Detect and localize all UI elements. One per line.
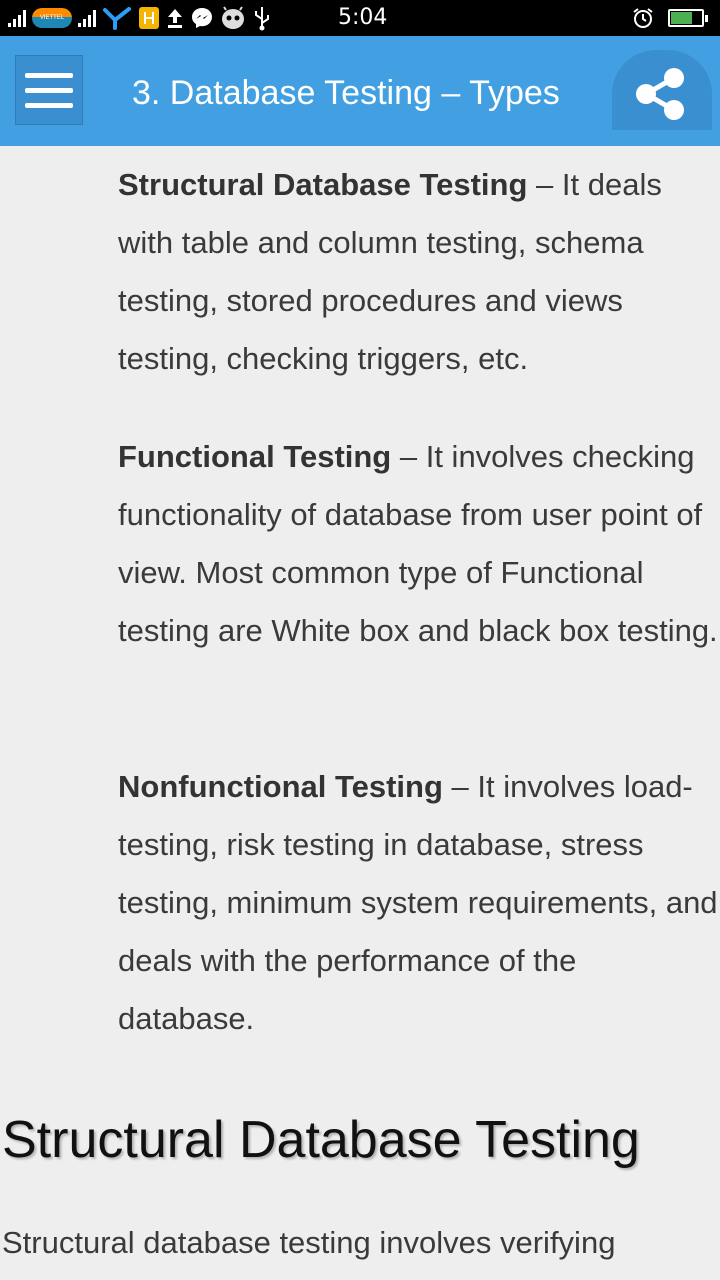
section-body: Structural database testing involves ver… bbox=[2, 1225, 616, 1260]
term-label: Functional Testing bbox=[118, 439, 392, 474]
battery-level bbox=[671, 12, 692, 24]
hamburger-line bbox=[25, 87, 73, 93]
app-bar: 3. Database Testing – Types bbox=[0, 36, 720, 146]
status-bar: VIETTEL 5:04 bbox=[0, 0, 720, 36]
network-icon bbox=[103, 7, 131, 30]
android-icon bbox=[222, 6, 244, 29]
hamburger-line bbox=[25, 102, 73, 108]
messenger-icon bbox=[192, 8, 212, 28]
carrier-icon: VIETTEL bbox=[32, 8, 72, 28]
term-label: Structural Database Testing bbox=[118, 167, 528, 202]
share-icon bbox=[636, 68, 684, 120]
alarm-icon bbox=[633, 8, 653, 28]
list-item: Functional Testing – It involves checkin… bbox=[118, 428, 718, 660]
term-label: Nonfunctional Testing bbox=[118, 769, 443, 804]
list-item: Structural Database Testing – It deals w… bbox=[118, 156, 718, 388]
status-icons-left: VIETTEL bbox=[8, 0, 272, 36]
battery-icon bbox=[668, 9, 708, 27]
usb-icon bbox=[255, 7, 269, 31]
term-description: – It involves load-testing, risk testing… bbox=[118, 769, 718, 1036]
carrier-label: VIETTEL bbox=[39, 15, 65, 21]
status-icons-right bbox=[632, 0, 708, 36]
signal-icon bbox=[8, 9, 26, 27]
share-button[interactable] bbox=[612, 50, 712, 130]
signal-icon bbox=[78, 9, 96, 27]
upload-icon bbox=[168, 9, 182, 28]
hamburger-menu-icon bbox=[25, 72, 73, 78]
app-icon bbox=[139, 7, 159, 29]
section-heading: Structural Database Testing bbox=[2, 1111, 640, 1169]
menu-button[interactable] bbox=[15, 55, 83, 125]
list-item: Nonfunctional Testing – It involves load… bbox=[118, 758, 718, 1048]
status-time: 5:04 bbox=[338, 5, 388, 30]
page-title: 3. Database Testing – Types bbox=[132, 74, 560, 112]
